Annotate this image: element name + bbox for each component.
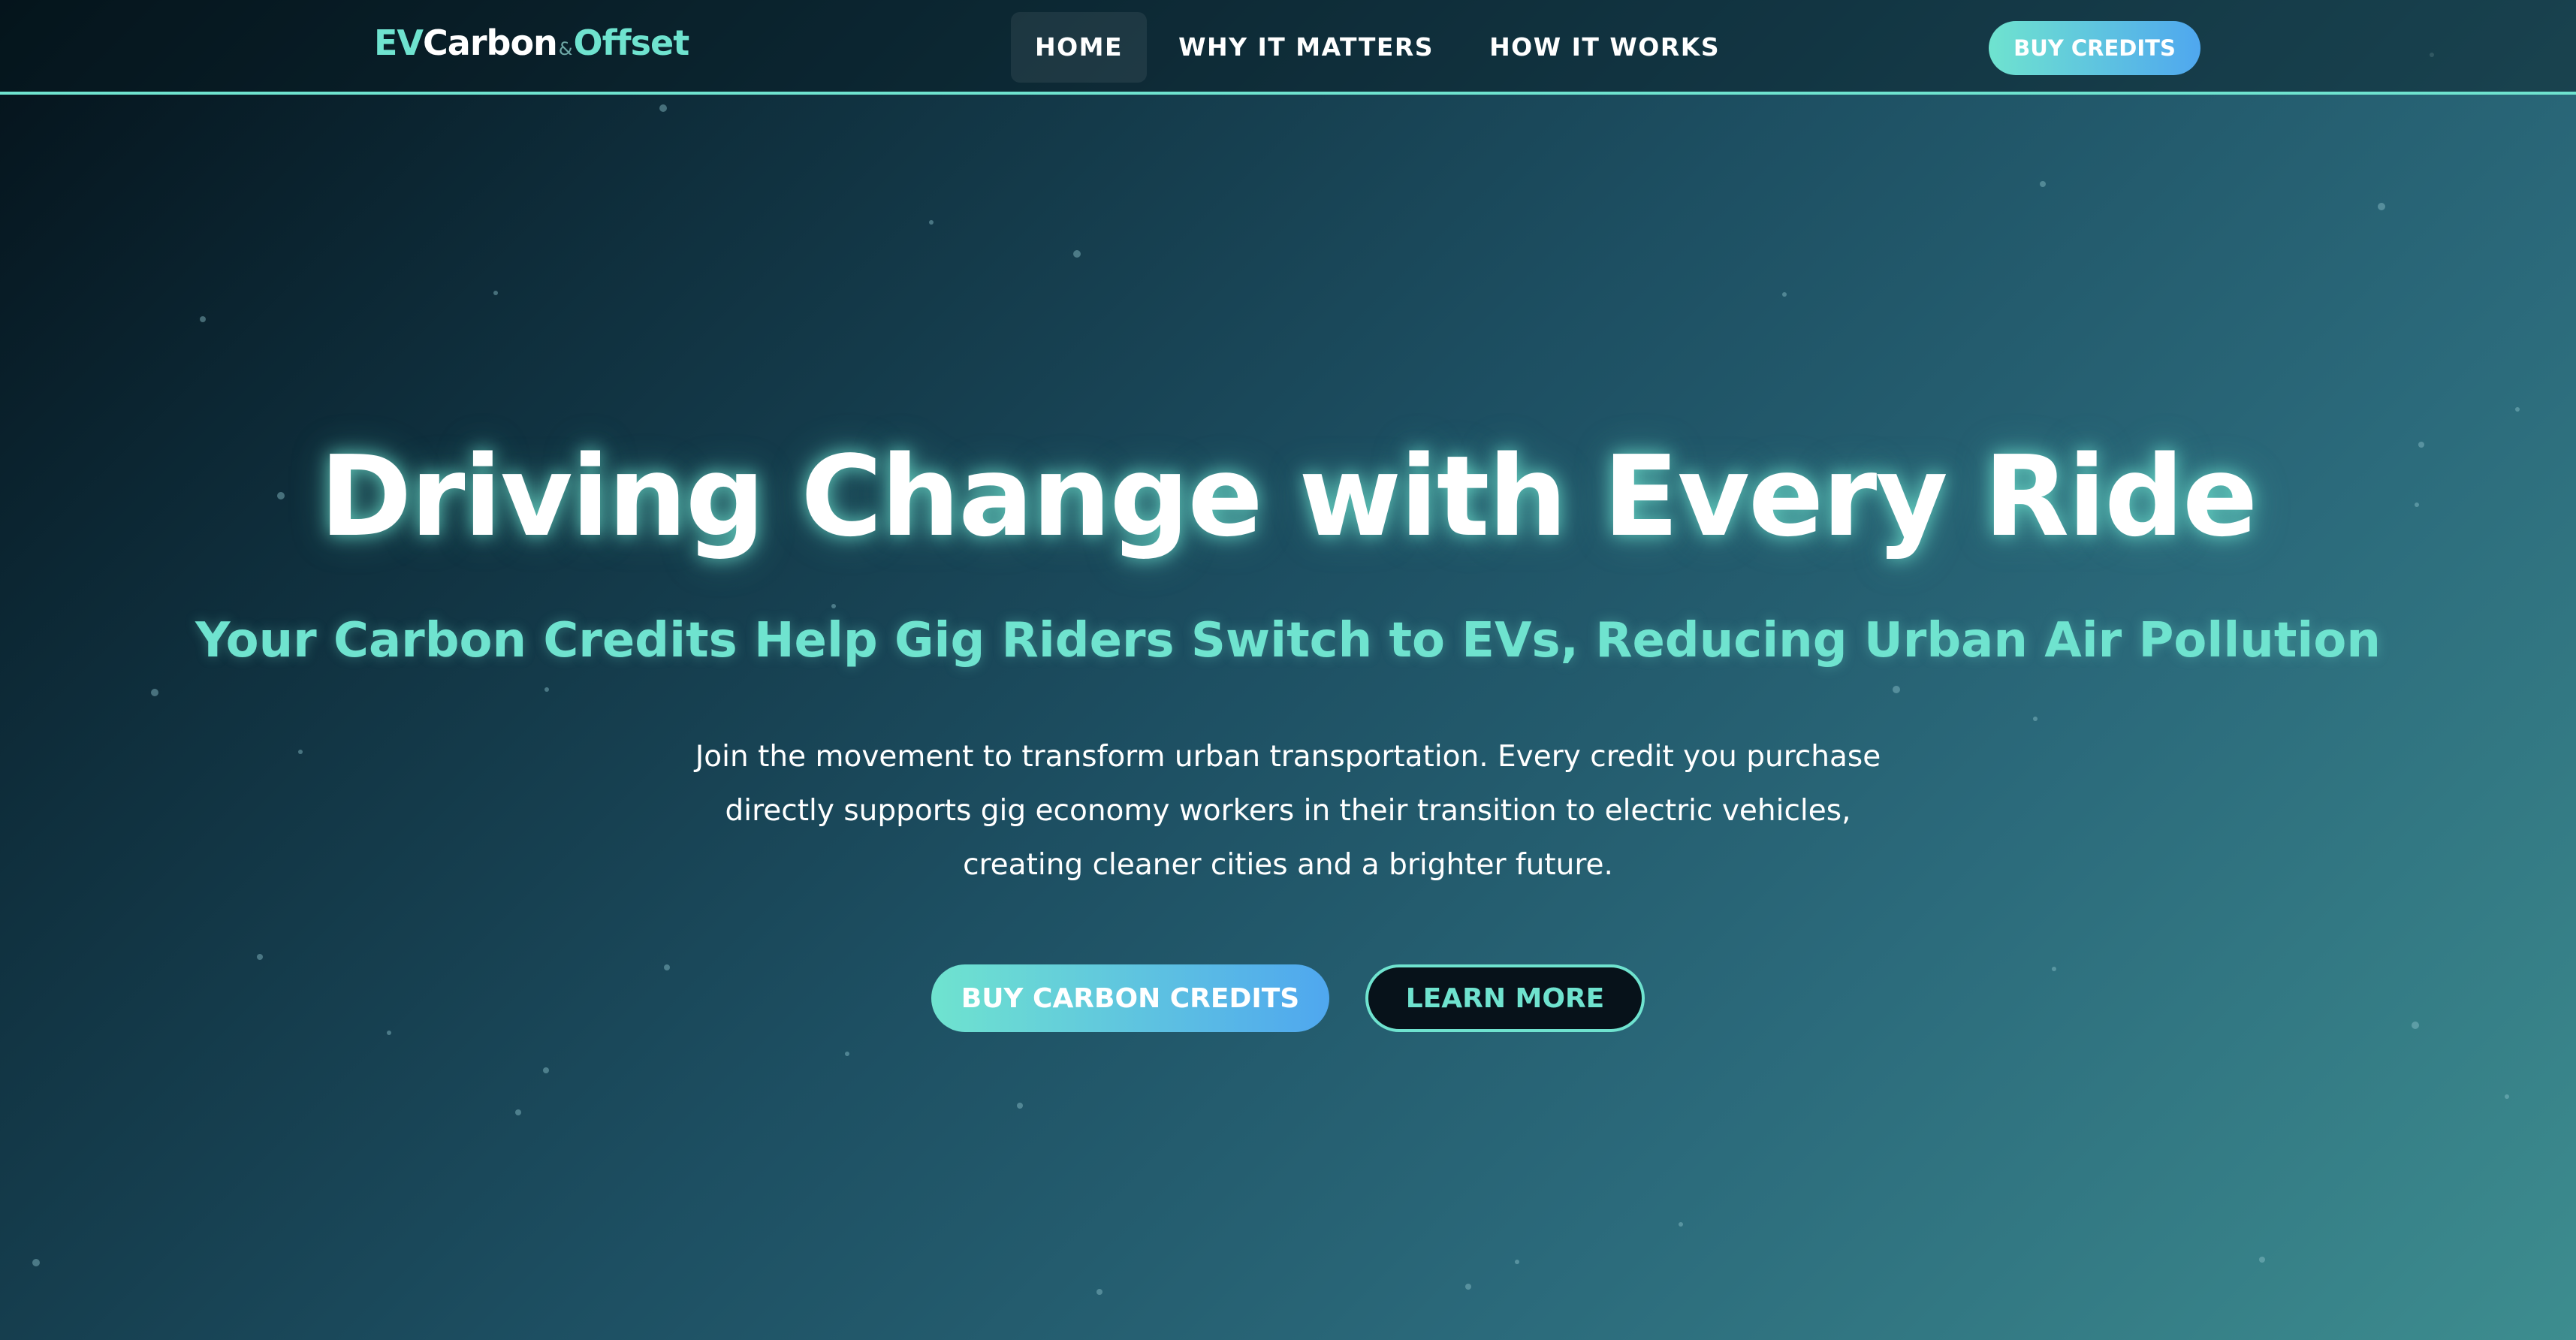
brand-logo-carbon: Carbon — [423, 23, 558, 63]
hero-description: Join the movement to transform urban tra… — [695, 740, 1881, 882]
nav-link-how-it-works[interactable]: HOW IT WORKS — [1465, 12, 1744, 83]
hero-subtitle: Your Carbon Credits Help Gig Riders Swit… — [195, 613, 2381, 668]
hero-title: Driving Change with Every Ride — [319, 432, 2258, 561]
nav-link-why-it-matters[interactable]: WHY IT MATTERS — [1154, 12, 1458, 83]
brand-logo[interactable]: EV Carbon & Offset — [374, 23, 689, 72]
hero-section: Driving Change with Every Ride Your Carb… — [0, 98, 2576, 1340]
brand-logo-offset: Offset — [573, 23, 690, 63]
buy-credits-button[interactable]: BUY CREDITS — [1989, 21, 2200, 75]
brand-logo-ampersand: & — [558, 38, 573, 59]
top-navbar: EV Carbon & Offset HOME WHY IT MATTERS H… — [0, 0, 2576, 95]
nav-link-home[interactable]: HOME — [1011, 12, 1148, 83]
buy-carbon-credits-button[interactable]: BUY CARBON CREDITS — [931, 964, 1329, 1032]
main-nav: HOME WHY IT MATTERS HOW IT WORKS — [1011, 12, 1751, 83]
brand-logo-ev: EV — [374, 23, 424, 63]
hero-actions: BUY CARBON CREDITS LEARN MORE — [0, 964, 2576, 1034]
learn-more-button[interactable]: LEARN MORE — [1365, 964, 1645, 1032]
